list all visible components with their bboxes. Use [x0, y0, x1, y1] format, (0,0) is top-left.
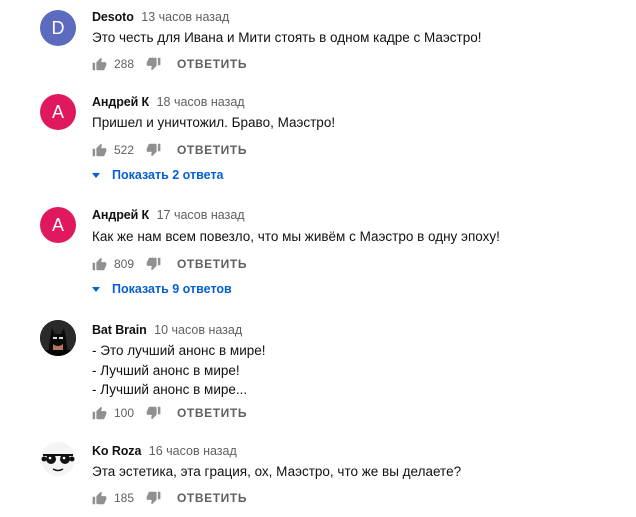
comment-actions: 288 ОТВЕТИТЬ: [92, 54, 247, 74]
comment-actions: 522 ОТВЕТИТЬ: [92, 140, 247, 160]
show-replies-label: Показать 9 ответов: [112, 282, 232, 296]
comment-text: - Это лучший анонс в мире! - Лучший анон…: [92, 341, 266, 400]
batman-avatar-icon: [40, 320, 76, 356]
show-replies-button[interactable]: Показать 9 ответов: [92, 282, 232, 296]
comment-text-line: - Это лучший анонс в мире!: [92, 343, 266, 358]
thumbs-up-icon[interactable]: [92, 257, 107, 272]
like-count: 288: [114, 57, 135, 71]
comment-header: Андрей К 17 часов назад: [92, 208, 245, 222]
thumbs-up-icon[interactable]: [92, 57, 107, 72]
comment-text: Как же нам всем повезло, что мы живём с …: [92, 227, 500, 247]
caret-down-icon: [92, 172, 100, 178]
like-count: 809: [114, 257, 135, 271]
comment-timestamp[interactable]: 10 часов назад: [154, 323, 242, 337]
comment-actions: 809 ОТВЕТИТЬ: [92, 254, 247, 274]
comment-text-line: Это честь для Ивана и Мити стоять в одно…: [92, 30, 482, 45]
like-count: 522: [114, 143, 135, 157]
comment-author[interactable]: Desoto: [92, 10, 134, 24]
like-count: 185: [114, 491, 135, 505]
comment-text-line: Пришел и уничтожил. Браво, Маэстро!: [92, 115, 336, 130]
reply-button[interactable]: ОТВЕТИТЬ: [177, 257, 247, 271]
comment-timestamp[interactable]: 17 часов назад: [157, 208, 245, 222]
thumbs-up-icon[interactable]: [92, 491, 107, 506]
comment-actions: 100 ОТВЕТИТЬ: [92, 403, 247, 423]
avatar[interactable]: D: [40, 10, 76, 46]
comment-header: Андрей К 18 часов назад: [92, 95, 245, 109]
thumbs-down-icon[interactable]: [146, 57, 161, 72]
comment-text-line: Эта эстетика, эта грация, ох, Маэстро, ч…: [92, 464, 462, 479]
comment-timestamp[interactable]: 13 часов назад: [141, 10, 229, 24]
reply-button[interactable]: ОТВЕТИТЬ: [177, 491, 247, 505]
comment-text: Эта эстетика, эта грация, ох, Маэстро, ч…: [92, 462, 461, 482]
comment-timestamp[interactable]: 18 часов назад: [157, 95, 245, 109]
thumbs-down-icon[interactable]: [146, 406, 161, 421]
comment-timestamp[interactable]: 16 часов назад: [149, 444, 237, 458]
reply-button[interactable]: ОТВЕТИТЬ: [177, 57, 247, 71]
avatar-letter: D: [51, 18, 65, 38]
thumbs-down-icon[interactable]: [146, 257, 161, 272]
sunglasses-avatar-icon: [40, 441, 76, 477]
avatar[interactable]: А: [40, 94, 76, 130]
caret-down-icon: [92, 286, 100, 292]
comment-author[interactable]: Андрей К: [92, 208, 149, 222]
avatar-letter: А: [51, 102, 64, 122]
avatar[interactable]: [40, 320, 76, 356]
like-count: 100: [114, 406, 135, 420]
comment-text: Это честь для Ивана и Мити стоять в одно…: [92, 28, 482, 48]
reply-button[interactable]: ОТВЕТИТЬ: [177, 143, 247, 157]
reply-button[interactable]: ОТВЕТИТЬ: [177, 406, 247, 420]
avatar[interactable]: [40, 441, 76, 477]
comment-header: Ko Roza 16 часов назад: [92, 444, 237, 458]
comment-author[interactable]: Ko Roza: [92, 444, 141, 458]
comment-text-line: - Лучший анонс в мире...: [92, 382, 248, 397]
comment-text-line: - Лучший анонс в мире!: [92, 362, 240, 378]
comment-header: Bat Brain 10 часов назад: [92, 323, 242, 337]
comment-text: Пришел и уничтожил. Браво, Маэстро!: [92, 113, 335, 133]
comment-text-line: Как же нам всем повезло, что мы живём с …: [92, 229, 500, 244]
thumbs-up-icon[interactable]: [92, 406, 107, 421]
comment-author[interactable]: Андрей К: [92, 95, 149, 109]
thumbs-down-icon[interactable]: [146, 143, 161, 158]
avatar[interactable]: А: [40, 207, 76, 243]
show-replies-label: Показать 2 ответа: [112, 168, 224, 182]
comment-author[interactable]: Bat Brain: [92, 323, 147, 337]
thumbs-down-icon[interactable]: [146, 491, 161, 506]
show-replies-button[interactable]: Показать 2 ответа: [92, 168, 224, 182]
thumbs-up-icon[interactable]: [92, 143, 107, 158]
comment-header: Desoto 13 часов назад: [92, 10, 229, 24]
comment-actions: 185 ОТВЕТИТЬ: [92, 488, 247, 508]
avatar-letter: А: [51, 215, 64, 235]
